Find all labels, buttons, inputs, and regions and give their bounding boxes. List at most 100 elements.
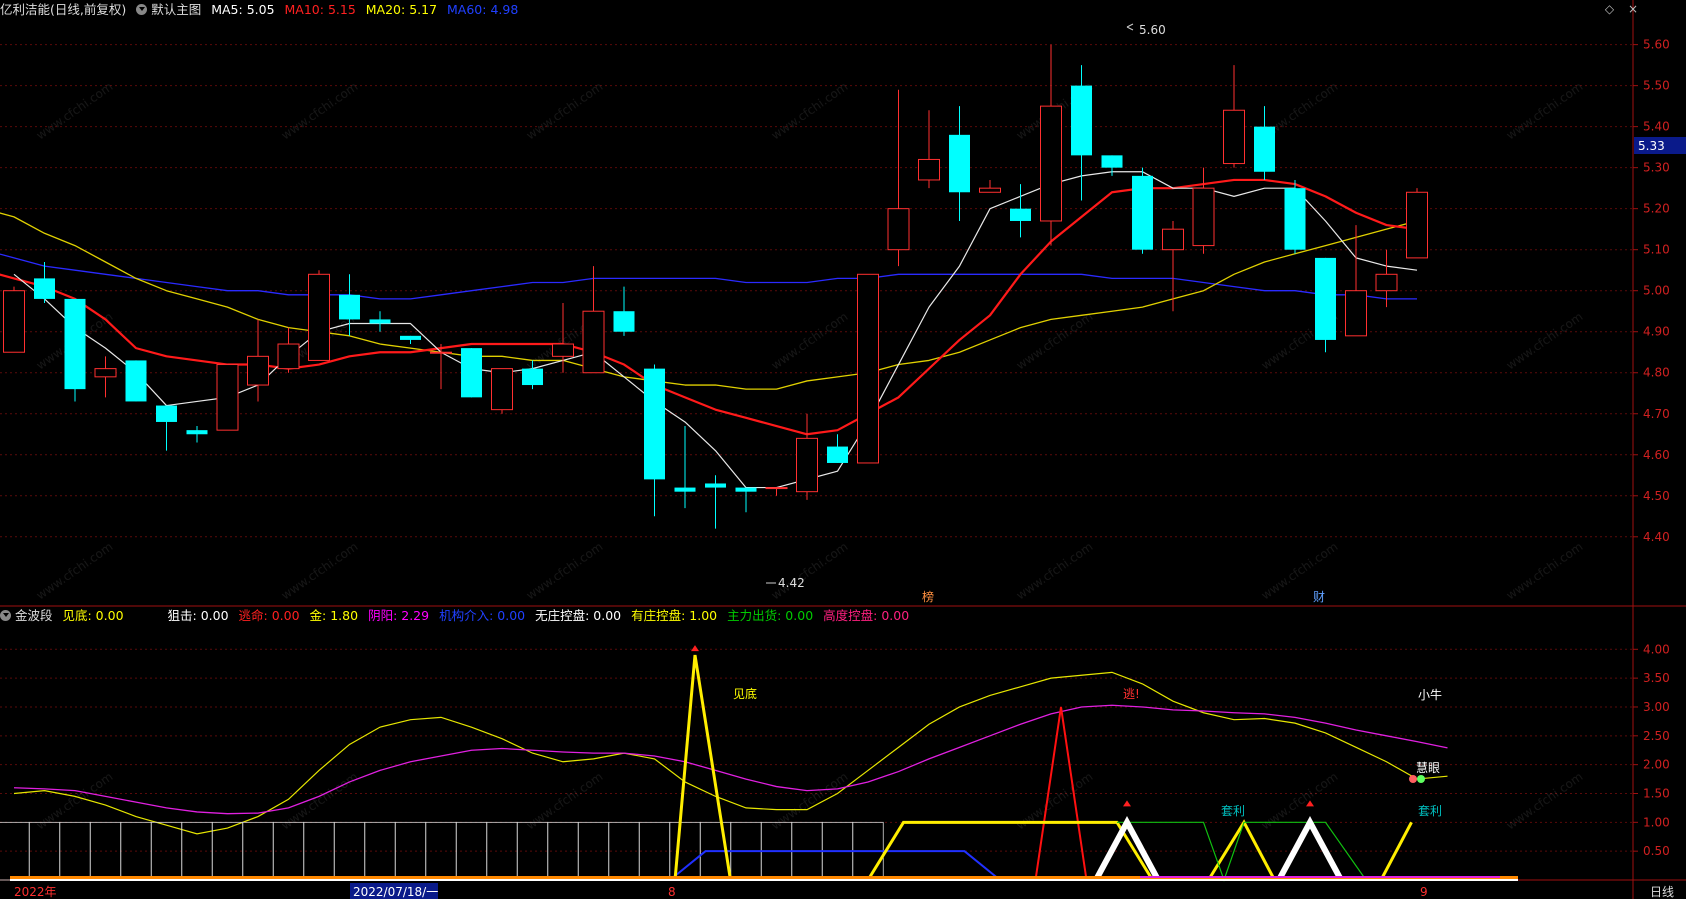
dropdown-icon[interactable] [136,4,148,15]
price-tick-label: 4.60 [1643,448,1670,462]
candle-body [949,134,970,193]
candle-body [1010,208,1031,221]
high-label: 5.60 [1139,23,1166,37]
main-chart-name: 默认主图 [151,2,202,17]
candle-body [1101,155,1123,168]
candle-body [1162,228,1184,251]
stock-title[interactable]: 亿利洁能(日线,前复权) [0,2,126,17]
indicator-tick-label: 2.00 [1643,758,1670,772]
period-label[interactable]: 日线 [1650,885,1674,899]
candle[interactable] [125,360,147,402]
ind-wuzhuang: 无庄控盘: 0.00 [535,608,622,623]
ind-youzhuang: 有庄控盘: 1.00 [631,608,718,623]
candle-body [979,187,1001,193]
indicator-selector[interactable]: 金波段 [0,608,53,623]
price-tick-label: 5.10 [1643,243,1670,257]
candle-body [430,351,452,354]
candle-body [308,273,330,361]
candle-body [247,355,269,386]
close-icon[interactable]: × [1628,2,1638,16]
price-tick-label: 5.00 [1643,284,1670,298]
candle[interactable] [3,286,25,353]
ma60-value: MA60: 4.98 [447,2,519,17]
jiandi-label: 见底 [733,686,757,701]
taoli-label-2: 套利 [1418,804,1442,818]
price-tick-label: 5.20 [1643,202,1670,216]
candle-body [186,430,208,435]
candle-body [552,343,574,357]
candle-body [400,335,421,340]
candle-body [94,368,117,378]
date-label-cursor: 2022/07/18/一 [353,885,438,899]
price-tick-label: 5.60 [1643,38,1670,52]
candle-body [1406,191,1428,259]
candle[interactable] [1284,179,1306,254]
window-controls: ◇ × [1605,2,1638,16]
main-chart-header: 亿利洁能(日线,前复权) 默认主图 MA5: 5.05 MA10: 5.15 M… [0,0,524,20]
candle-body [277,343,300,370]
candle[interactable] [1315,257,1336,353]
candle[interactable] [308,270,330,361]
ind-gaodu: 高度控盘: 0.00 [823,608,910,623]
candle-body [887,208,910,251]
candle[interactable] [857,273,879,464]
ind-juji: 狙击: 0.00 [167,608,229,623]
candle-body [1254,126,1275,172]
indicator-tick-label: 0.50 [1643,844,1670,858]
candle-body [918,158,940,181]
candle-body [1284,188,1306,250]
ma5-value: MA5: 5.05 [211,2,275,17]
price-tick-label: 5.50 [1643,79,1670,93]
candle-body [3,290,25,353]
candle-body [461,348,482,398]
chart-stage[interactable]: www.cfchi.com www.cfchi.com www.cfchi.com w… [0,0,1686,899]
date-label-sep: 9 [1420,885,1428,899]
candle-body [674,487,696,492]
candle[interactable] [64,298,86,402]
indicator-tick-label: 2.50 [1643,729,1670,743]
candle[interactable] [1406,188,1428,259]
diamond-icon[interactable]: ◇ [1605,2,1614,16]
candle-body [644,368,665,480]
candle-body [827,446,848,463]
candle-body [1223,109,1245,165]
candle-body [34,278,55,299]
candle[interactable] [1132,167,1153,254]
ind-taoming: 逃命: 0.00 [238,608,300,623]
indicator-name: 金波段 [15,608,53,623]
candle-body [1345,290,1367,337]
current-price-marker: 5.33 [1634,137,1686,154]
price-tick-label: 5.30 [1643,161,1670,175]
candle-body [857,273,879,464]
price-tick-label: 4.80 [1643,366,1670,380]
candle-body [1040,105,1062,222]
huiyan-label: 慧眼 [1416,760,1440,775]
taoli-label-1: 套利 [1221,804,1245,818]
indicator-tick-label: 1.00 [1643,815,1670,829]
price-tick-label: 4.70 [1643,407,1670,421]
price-tick-label: 4.90 [1643,325,1670,339]
price-tick-label: 4.50 [1643,489,1670,503]
candle-body [613,311,635,332]
ind-jigou: 机构介入: 0.00 [439,608,526,623]
candle[interactable] [216,364,239,431]
candle-body [796,437,818,493]
candle[interactable] [461,348,482,398]
candle-body [339,294,360,320]
candle-body [1315,257,1336,340]
date-label-year: 2022年 [14,885,57,899]
indicator-tick-label: 3.00 [1643,700,1670,714]
indicator-tick-label: 3.50 [1643,671,1670,685]
candle-body [1192,187,1215,247]
tag-cai[interactable]: 财 [1313,590,1325,604]
ind-zhuli: 主力出货: 0.00 [727,608,814,623]
candle-body [1375,273,1398,292]
ma20-value: MA20: 5.17 [365,2,438,17]
tag-bang[interactable]: 榜 [922,589,934,604]
main-chart-selector[interactable]: 默认主图 [136,2,201,17]
candle[interactable] [491,368,513,414]
ind-jiandi: 见底: 0.00 [62,608,124,623]
candle-body [582,310,605,374]
dropdown-icon[interactable] [0,610,11,621]
ma10-value: MA10: 5.15 [284,2,356,17]
